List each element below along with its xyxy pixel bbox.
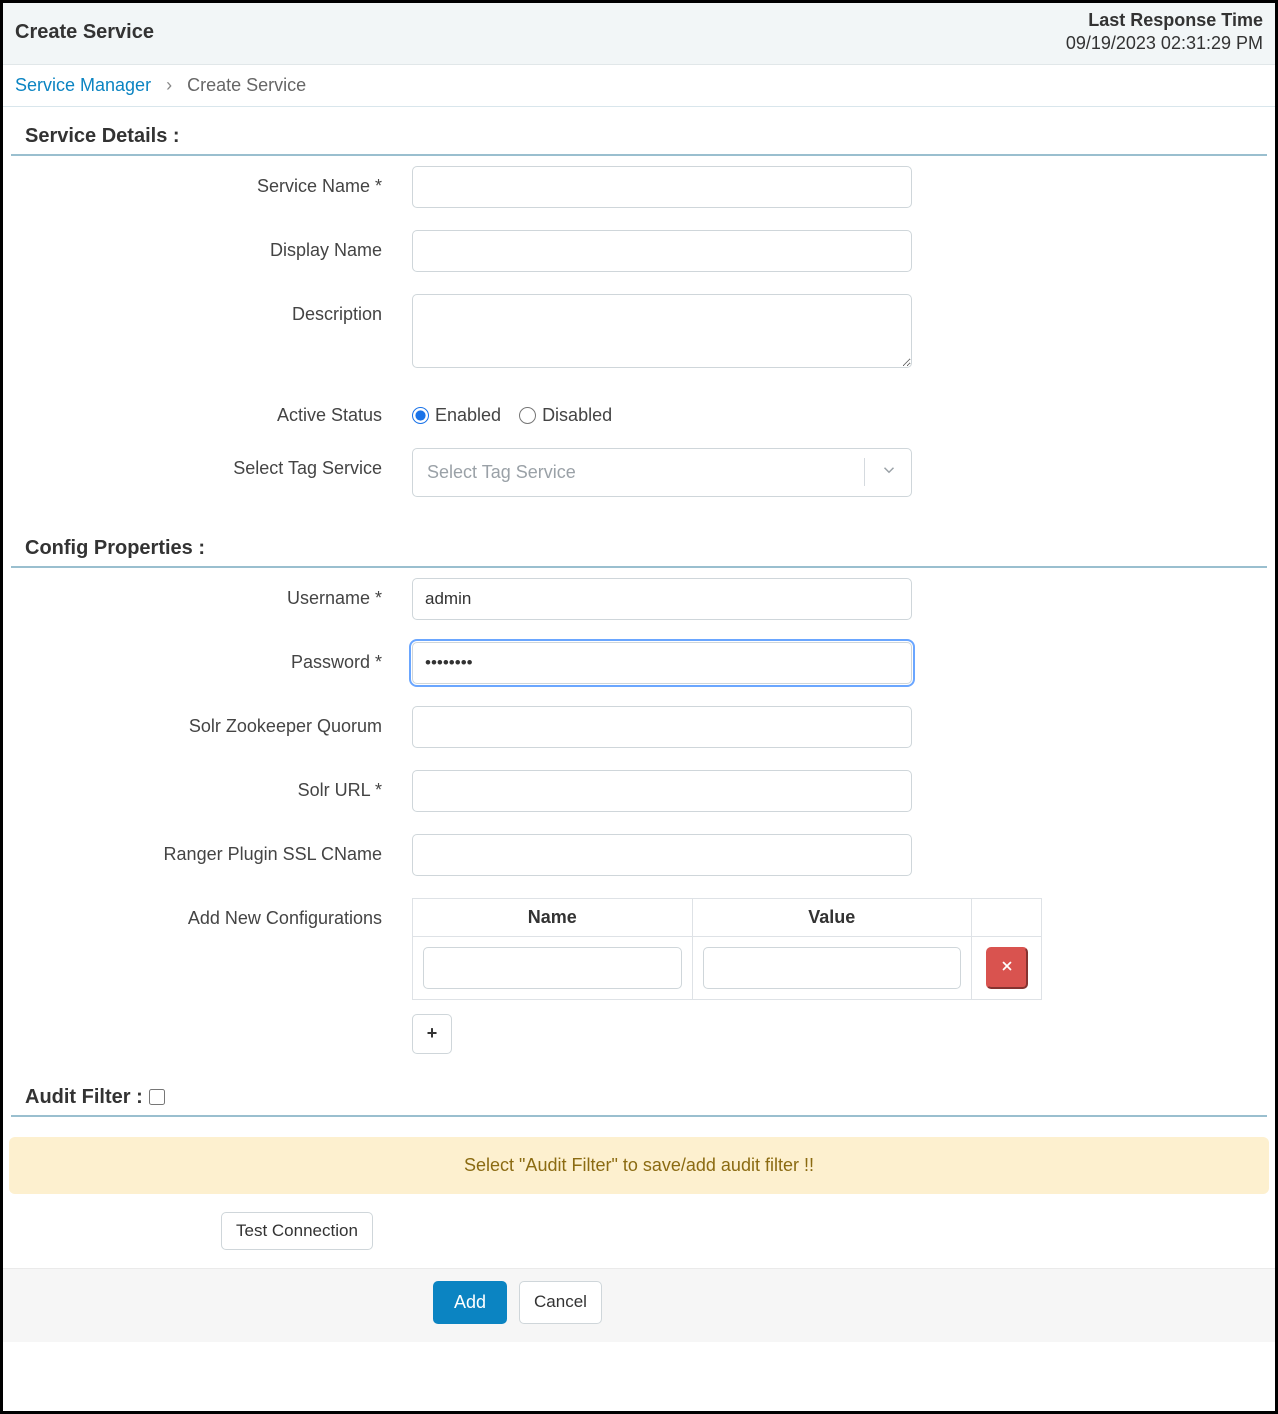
display-name-input[interactable]: [412, 230, 912, 272]
solr-url-input[interactable]: [412, 770, 912, 812]
page-title: Create Service: [15, 21, 154, 44]
plus-icon: +: [427, 1023, 438, 1044]
test-connection-button[interactable]: Test Connection: [221, 1212, 373, 1250]
select-tag-service-dropdown[interactable]: Select Tag Service: [412, 448, 912, 497]
service-name-label: Service Name *: [17, 166, 412, 197]
config-row-name-input[interactable]: [423, 947, 682, 989]
last-response-time: 09/19/2023 02:31:29 PM: [1066, 32, 1263, 55]
enabled-radio[interactable]: [412, 407, 429, 424]
breadcrumb-root-link[interactable]: Service Manager: [15, 75, 151, 95]
delete-config-row-button[interactable]: [986, 947, 1028, 989]
breadcrumb-separator: ›: [166, 75, 172, 95]
password-input[interactable]: [412, 642, 912, 684]
breadcrumb-current: Create Service: [187, 75, 306, 95]
ssl-cname-label: Ranger Plugin SSL CName: [17, 834, 412, 865]
footer-actions: Add Cancel: [3, 1268, 1275, 1342]
description-textarea[interactable]: [412, 294, 912, 368]
cancel-button[interactable]: Cancel: [519, 1281, 602, 1324]
disabled-radio-label[interactable]: Disabled: [519, 405, 612, 426]
audit-filter-checkbox[interactable]: [149, 1089, 165, 1105]
solr-zk-input[interactable]: [412, 706, 912, 748]
last-response-label: Last Response Time: [1066, 9, 1263, 32]
solr-url-label: Solr URL *: [17, 770, 412, 801]
enabled-radio-label[interactable]: Enabled: [412, 405, 501, 426]
breadcrumb: Service Manager › Create Service: [3, 65, 1275, 107]
select-tag-placeholder: Select Tag Service: [413, 462, 864, 483]
add-new-config-label: Add New Configurations: [17, 898, 412, 929]
config-table: Name Value: [412, 898, 1042, 1000]
description-label: Description: [17, 294, 412, 325]
select-tag-label: Select Tag Service: [17, 448, 412, 479]
config-row-value-input[interactable]: [703, 947, 962, 989]
ssl-cname-input[interactable]: [412, 834, 912, 876]
add-config-row-button[interactable]: +: [412, 1014, 452, 1054]
password-label: Password *: [17, 642, 412, 673]
add-button[interactable]: Add: [433, 1281, 507, 1324]
header-bar: Create Service Last Response Time 09/19/…: [3, 3, 1275, 65]
section-heading-audit-filter: Audit Filter :: [11, 1076, 1267, 1117]
config-th-name: Name: [413, 898, 693, 936]
close-icon: [1000, 959, 1014, 976]
username-input[interactable]: [412, 578, 912, 620]
config-th-value: Value: [692, 898, 972, 936]
display-name-label: Display Name: [17, 230, 412, 261]
service-details-form: Service Name * Display Name Description …: [3, 156, 1275, 497]
last-response-block: Last Response Time 09/19/2023 02:31:29 P…: [1066, 9, 1263, 56]
config-properties-form: Username * Password * Solr Zookeeper Quo…: [3, 568, 1275, 1054]
section-heading-service-details: Service Details :: [11, 107, 1267, 156]
audit-filter-alert: Select "Audit Filter" to save/add audit …: [9, 1137, 1269, 1194]
section-heading-config-properties: Config Properties :: [11, 519, 1267, 568]
service-name-input[interactable]: [412, 166, 912, 208]
username-label: Username *: [17, 578, 412, 609]
table-row: [413, 936, 1042, 999]
disabled-radio[interactable]: [519, 407, 536, 424]
active-status-label: Active Status: [17, 395, 412, 426]
chevron-down-icon: [867, 461, 911, 484]
solr-zk-label: Solr Zookeeper Quorum: [17, 706, 412, 737]
